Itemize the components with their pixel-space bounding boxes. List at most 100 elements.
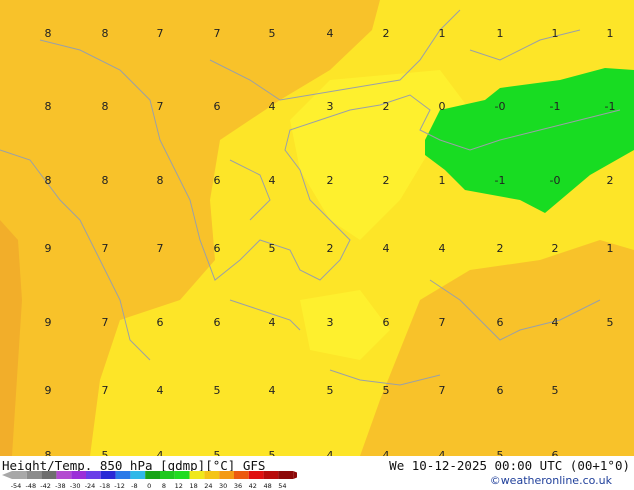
- temperature-label: 5: [269, 449, 276, 456]
- scale-swatch: [41, 471, 57, 479]
- temperature-label: 2: [383, 174, 390, 187]
- temperature-label: 2: [383, 100, 390, 113]
- map-viewport: 8 8 7 7 5 4 2 1 1 1 1 8 8 7 6 4 3 2 0 -0 -1 -1 8 8 8 6 4 2 2 1 -1 -0 2 9 7…: [0, 0, 634, 490]
- scale-swatch: [234, 471, 249, 479]
- color-scale-ticks: -54 -48 -42 -38 -30 -24 -18 -12 -8 0 8 12 18 24 30 36 42…: [11, 482, 287, 490]
- temperature-label: 7: [102, 242, 109, 255]
- temperature-label: 8: [45, 174, 52, 187]
- temperature-label: 6: [497, 316, 504, 329]
- temperature-map: 8 8 7 7 5 4 2 1 1 1 1 8 8 7 6 4 3 2 0 -0 -1 -1 8 8 8 6 4 2 2 1 -1 -0 2 9 7…: [0, 0, 634, 456]
- temperature-label: 3: [327, 100, 334, 113]
- temperature-label: 9: [45, 316, 52, 329]
- scale-tick-label: 8: [162, 482, 166, 490]
- temperature-label: -0: [495, 100, 506, 113]
- scale-swatch: [160, 471, 175, 479]
- temperature-label: 5: [607, 316, 614, 329]
- scale-swatch: [86, 471, 101, 479]
- scale-tick-label: 48: [263, 482, 271, 490]
- scale-tick-label: -30: [70, 482, 81, 490]
- temperature-label: 1: [439, 27, 446, 40]
- site-credit[interactable]: ©weatheronline.co.uk: [490, 474, 612, 487]
- temperature-label: 7: [157, 100, 164, 113]
- temperature-label: 7: [439, 316, 446, 329]
- temperature-label: 7: [214, 27, 221, 40]
- temperature-label: 6: [214, 316, 221, 329]
- temperature-label: 9: [45, 242, 52, 255]
- scale-swatch: [248, 471, 264, 479]
- scale-tick-label: 12: [175, 482, 183, 490]
- scale-swatch: [56, 471, 72, 479]
- scale-tick-label: -54: [11, 482, 22, 490]
- scale-tick-label: -42: [40, 482, 51, 490]
- temperature-label: 8: [45, 27, 52, 40]
- temperature-label: -0: [550, 174, 561, 187]
- temperature-label: 8: [102, 174, 109, 187]
- temperature-label: 5: [214, 449, 221, 456]
- temperature-label: 8: [157, 174, 164, 187]
- temperature-label: 7: [102, 316, 109, 329]
- scale-swatch: [12, 471, 27, 479]
- temperature-label: -1: [605, 100, 616, 113]
- temperature-label: 1: [497, 27, 504, 40]
- scale-swatch: [174, 471, 190, 479]
- temperature-label: 7: [157, 242, 164, 255]
- temperature-label: 6: [383, 316, 390, 329]
- scale-tick-label: -48: [25, 482, 36, 490]
- temperature-label: 2: [383, 27, 390, 40]
- scale-swatch: [263, 471, 279, 479]
- temperature-label: 7: [439, 384, 446, 397]
- temperature-label: 5: [552, 384, 559, 397]
- scale-swatch: [145, 471, 160, 479]
- temperature-label: 2: [607, 174, 614, 187]
- scale-tick-label: 18: [189, 482, 197, 490]
- temperature-label: 1: [607, 242, 614, 255]
- temperature-label: 2: [327, 174, 334, 187]
- temperature-label: 0: [439, 100, 446, 113]
- temperature-label: 2: [552, 242, 559, 255]
- temperature-label: 8: [102, 27, 109, 40]
- temperature-label: 8: [102, 100, 109, 113]
- scale-swatch: [189, 471, 205, 479]
- scale-tick-label: 54: [278, 482, 286, 490]
- temperature-label: 8: [45, 449, 52, 456]
- temperature-label: 4: [269, 384, 276, 397]
- temperature-label: 8: [45, 100, 52, 113]
- scale-tick-label: 24: [204, 482, 212, 490]
- temperature-label: 5: [102, 449, 109, 456]
- temperature-label: 1: [552, 27, 559, 40]
- temperature-label: 3: [327, 316, 334, 329]
- temperature-label: 4: [439, 449, 446, 456]
- temperature-label: 4: [269, 316, 276, 329]
- scale-swatch: [130, 471, 146, 479]
- temperature-label: 5: [497, 449, 504, 456]
- temperature-label: -1: [550, 100, 561, 113]
- temperature-label: 6: [157, 316, 164, 329]
- color-scale-swatches: [2, 471, 297, 479]
- temperature-label: 6: [214, 242, 221, 255]
- temperature-label: 4: [383, 449, 390, 456]
- temperature-label: 4: [269, 100, 276, 113]
- scale-tick-label: -12: [114, 482, 125, 490]
- scale-swatch: [219, 471, 234, 479]
- scale-arrow-right: [293, 471, 297, 479]
- temperature-label: 9: [45, 384, 52, 397]
- scale-tick-label: 30: [219, 482, 227, 490]
- temperature-label: 5: [383, 384, 390, 397]
- temperature-label: 4: [327, 27, 334, 40]
- scale-swatch: [71, 471, 86, 479]
- temperature-label: 4: [552, 316, 559, 329]
- temperature-label: 7: [157, 27, 164, 40]
- temperature-label: 1: [439, 174, 446, 187]
- temperature-label: 4: [383, 242, 390, 255]
- temperature-label: 2: [497, 242, 504, 255]
- color-scale: -54 -48 -42 -38 -30 -24 -18 -12 -8 0 8 12 18 24 30 36 42…: [2, 471, 297, 490]
- scale-tick-label: -8: [131, 482, 137, 490]
- temperature-label: 5: [214, 384, 221, 397]
- scale-tick-label: -18: [99, 482, 110, 490]
- temperature-label: -1: [495, 174, 506, 187]
- scale-tick-label: 36: [234, 482, 242, 490]
- valid-time: We 10-12-2025 00:00 UTC (00+1°0): [389, 458, 630, 473]
- scale-arrow-left: [2, 471, 12, 479]
- temperature-label: 6: [552, 449, 559, 456]
- scale-swatch: [115, 471, 131, 479]
